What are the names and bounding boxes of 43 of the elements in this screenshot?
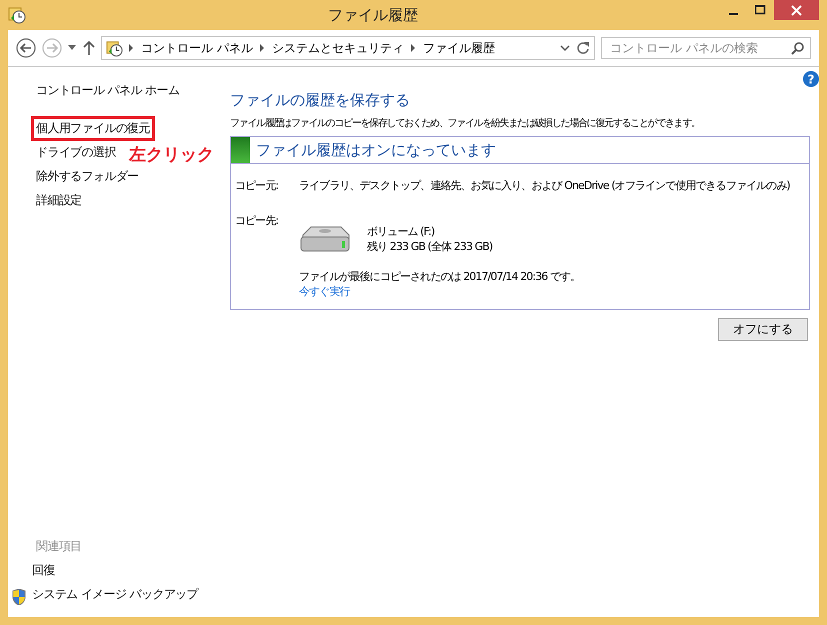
file-history-icon: [106, 40, 123, 56]
run-now-link[interactable]: 今すぐ実行: [299, 284, 350, 299]
breadcrumb[interactable]: ファイル履歴: [422, 40, 495, 56]
back-icon[interactable]: [16, 38, 36, 58]
description-text: ファイル履歴はファイルのコピーを保存しておくため、ファイルを紛失または破損した場合に復元することができます。: [230, 116, 701, 130]
sidebar-link[interactable]: 個人用ファイルの復元: [34, 119, 152, 138]
breadcrumb[interactable]: コントロール パネル: [141, 40, 253, 56]
field-label: コピー先:: [235, 213, 280, 229]
minimize-icon: [729, 12, 738, 14]
up-arrow-icon[interactable]: [83, 41, 95, 55]
sidebar-link[interactable]: ドライブの選択: [34, 143, 118, 162]
dropdown-icon[interactable]: [68, 45, 77, 51]
dropdown-icon[interactable]: [560, 44, 570, 52]
last-copy-text: ファイルが最後にコピーされたのは 2017/07/14 20:36 です。: [299, 269, 582, 284]
status-title: ファイル履歴はオンになっています: [255, 140, 496, 160]
related-link[interactable]: 回復: [30, 561, 57, 580]
chevron-icon: [129, 44, 134, 52]
shield-icon: [12, 589, 26, 605]
sidebar-link[interactable]: 詳細設定: [34, 191, 84, 210]
breadcrumb[interactable]: システムとセキュリティ: [272, 40, 404, 56]
drive-name: ボリューム (F:): [367, 224, 436, 239]
refresh-icon[interactable]: [576, 41, 590, 55]
drive-space: 残り 233 GB (全体 233 GB): [367, 239, 492, 254]
turn-off-button[interactable]: オフにする: [718, 318, 808, 341]
related-link[interactable]: システム イメージ バックアップ: [30, 585, 200, 604]
sidebar-link[interactable]: 除外するフォルダー: [34, 167, 141, 186]
annotation-label: 左クリック: [129, 144, 214, 166]
field-value: ライブラリ、デスクトップ、連絡先、お気に入り、および OneDrive (オフラインで使用できるファイルのみ): [299, 178, 791, 193]
search-icon: [791, 42, 804, 54]
file-history-icon: [8, 6, 26, 24]
chevron-icon: [410, 44, 416, 52]
window-title: ファイル履歴: [327, 6, 419, 24]
sidebar-link[interactable]: コントロール パネル ホーム: [34, 81, 182, 100]
close-button[interactable]: [774, 0, 819, 20]
field-label: コピー元:: [235, 178, 280, 193]
search-field[interactable]: コントロール パネルの検索: [601, 37, 811, 59]
section-heading: 関連項目: [36, 538, 83, 555]
maximize-icon: [755, 5, 766, 15]
close-icon: [791, 4, 802, 16]
chevron-icon: [260, 44, 265, 52]
section-heading: ファイルの履歴を保存する: [230, 91, 411, 110]
address-field[interactable]: コントロール パネル システムとセキュリティ ファイル履歴: [101, 36, 595, 60]
help-icon[interactable]: ?: [803, 71, 819, 87]
